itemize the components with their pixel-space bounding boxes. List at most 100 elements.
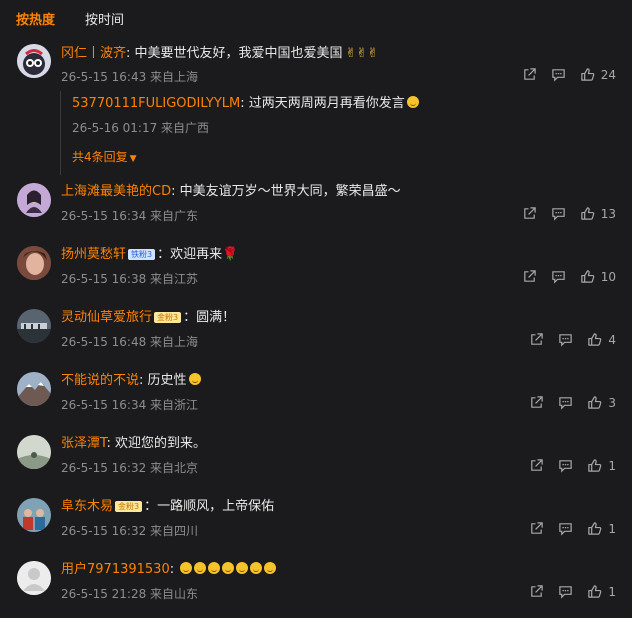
username[interactable]: 不能说的不说 bbox=[61, 373, 139, 388]
like-button[interactable]: 10 bbox=[580, 269, 616, 284]
comment-meta: 26-5-15 16:48 来自上海 bbox=[61, 335, 199, 349]
comment-text: ：一路顺风，上帝保佑 bbox=[144, 499, 275, 514]
like-count: 1 bbox=[608, 521, 616, 536]
username[interactable]: 上海滩最美艳的CD bbox=[61, 184, 171, 199]
like-count: 1 bbox=[608, 584, 616, 599]
comment-meta: 26-5-15 16:43 来自上海 bbox=[61, 70, 199, 84]
more-replies-label: 共4条回复 bbox=[72, 150, 128, 164]
comment-meta: 26-5-15 16:34 来自广东 bbox=[61, 209, 199, 223]
comment-item: 上海滩最美艳的CD: 中美友谊万岁～世界大同，繁荣昌盛～ 26-5-15 16:… bbox=[0, 183, 632, 227]
like-button[interactable]: 1 bbox=[587, 584, 616, 599]
share-icon bbox=[523, 270, 536, 282]
avatar[interactable] bbox=[17, 309, 51, 343]
share-button[interactable] bbox=[529, 332, 544, 347]
thumbs-up-icon bbox=[580, 270, 595, 283]
share-icon bbox=[531, 396, 544, 408]
avatar[interactable] bbox=[17, 561, 51, 595]
face-emoji-icon bbox=[406, 96, 419, 108]
comment-meta: 26-5-15 16:38 来自江苏 bbox=[61, 272, 199, 286]
comment-text: : 历史性 bbox=[139, 373, 187, 388]
share-icon bbox=[531, 333, 544, 345]
share-button[interactable] bbox=[522, 67, 537, 82]
avatar[interactable] bbox=[17, 435, 51, 469]
share-icon bbox=[531, 522, 544, 534]
reply-username[interactable]: 53770111FULIGODILYYLM bbox=[72, 96, 240, 111]
sort-tabs: 按热度 按时间 bbox=[16, 9, 124, 31]
username[interactable]: 用户7971391530 bbox=[61, 562, 170, 577]
avatar[interactable] bbox=[17, 183, 51, 217]
like-button[interactable]: 24 bbox=[580, 67, 616, 82]
like-count: 13 bbox=[600, 206, 616, 221]
share-button[interactable] bbox=[522, 269, 537, 284]
comment-button[interactable] bbox=[558, 584, 573, 599]
username[interactable]: 扬州莫愁轩 bbox=[61, 247, 126, 262]
comment-meta: 26-5-15 16:34 来自浙江 bbox=[61, 398, 199, 412]
avatar[interactable] bbox=[17, 44, 51, 78]
username[interactable]: 灵动仙草爱旅行 bbox=[61, 310, 152, 325]
comment-button[interactable] bbox=[558, 458, 573, 473]
share-icon bbox=[523, 68, 536, 80]
thumbs-up-icon bbox=[588, 396, 602, 409]
share-button[interactable] bbox=[529, 584, 544, 599]
reply-meta: 26-5-16 01:17 来自广西 bbox=[72, 121, 210, 135]
comment-button[interactable] bbox=[558, 395, 573, 410]
username[interactable]: 张泽潭T bbox=[61, 436, 107, 451]
like-button[interactable]: 4 bbox=[587, 332, 616, 347]
username[interactable]: 阜东木易 bbox=[61, 499, 113, 514]
comment-icon bbox=[559, 523, 573, 536]
fan-badge: 金粉3 bbox=[154, 312, 182, 323]
comment-text: ：圆满！ bbox=[183, 310, 236, 325]
comment-meta: 26-5-15 16:32 来自北京 bbox=[61, 461, 199, 475]
comment-item: 冈仁丨波齐: 中美要世代友好，我爱中国也爱美国 ✌✌✌ 26-5-15 16:43… bbox=[0, 44, 632, 176]
comment-text: : 欢迎您的到来。 bbox=[106, 436, 207, 451]
laugh-cry-icon bbox=[188, 373, 201, 385]
comment-button[interactable] bbox=[558, 332, 573, 347]
more-replies-link[interactable]: 共4条回复 ▼ bbox=[72, 148, 137, 165]
share-button[interactable] bbox=[522, 206, 537, 221]
comment-item: 阜东木易 金粉3 ：一路顺风，上帝保佑 26-5-15 16:32 来自四川 1 bbox=[0, 498, 632, 542]
comment-text: : 中美要世代友好，我爱中国也爱美国 bbox=[126, 46, 343, 61]
thumbs-up-icon bbox=[588, 459, 602, 472]
avatar[interactable] bbox=[17, 372, 51, 406]
comment-item: 灵动仙草爱旅行 金粉3 ：圆满！ 26-5-15 16:48 来自上海 4 bbox=[0, 309, 632, 353]
like-button[interactable]: 1 bbox=[587, 521, 616, 536]
avatar[interactable] bbox=[17, 246, 51, 280]
thumbs-up-icon bbox=[580, 207, 595, 220]
like-button[interactable]: 3 bbox=[587, 395, 616, 410]
share-button[interactable] bbox=[529, 395, 544, 410]
thumbs-up-icon bbox=[580, 68, 595, 81]
thumbs-up-icon bbox=[588, 333, 602, 346]
share-icon bbox=[531, 459, 544, 471]
fan-badge: 金粉3 bbox=[115, 501, 143, 512]
share-button[interactable] bbox=[529, 458, 544, 473]
comment-text: : bbox=[169, 562, 179, 577]
thumbs-up-icon bbox=[588, 522, 602, 535]
share-icon bbox=[531, 585, 544, 597]
share-button[interactable] bbox=[529, 521, 544, 536]
comment-icon bbox=[559, 586, 573, 599]
comment-button[interactable] bbox=[551, 269, 566, 284]
comment-item: 不能说的不说: 历史性 26-5-15 16:34 来自浙江 3 bbox=[0, 372, 632, 416]
username[interactable]: 冈仁丨波齐 bbox=[61, 46, 126, 61]
reply-block: 53770111FULIGODILYYLM: 过两天两周两月再看你发言 26-5… bbox=[60, 91, 617, 175]
tab-hot[interactable]: 按热度 bbox=[16, 9, 55, 31]
like-count: 3 bbox=[608, 395, 616, 410]
like-count: 24 bbox=[600, 67, 616, 82]
tab-time[interactable]: 按时间 bbox=[85, 9, 124, 31]
comment-text: ：欢迎再来 bbox=[157, 247, 223, 262]
comment-icon bbox=[559, 397, 573, 410]
comment-meta: 26-5-15 21:28 来自山东 bbox=[61, 587, 199, 601]
comment-button[interactable] bbox=[558, 521, 573, 536]
share-icon bbox=[523, 207, 536, 219]
comment-text: : 中美友谊万岁～世界大同，繁荣昌盛～ bbox=[171, 184, 401, 199]
comment-icon bbox=[551, 69, 565, 82]
comment-item: 张泽潭T: 欢迎您的到来。 26-5-15 16:32 来自北京 1 bbox=[0, 435, 632, 479]
comment-button[interactable] bbox=[551, 67, 566, 82]
laugh-cry-icon bbox=[178, 562, 277, 577]
avatar[interactable] bbox=[17, 498, 51, 532]
comment-meta: 26-5-15 16:32 来自四川 bbox=[61, 524, 199, 538]
comment-button[interactable] bbox=[551, 206, 566, 221]
comment-icon bbox=[551, 208, 565, 221]
like-button[interactable]: 1 bbox=[587, 458, 616, 473]
like-button[interactable]: 13 bbox=[580, 206, 616, 221]
